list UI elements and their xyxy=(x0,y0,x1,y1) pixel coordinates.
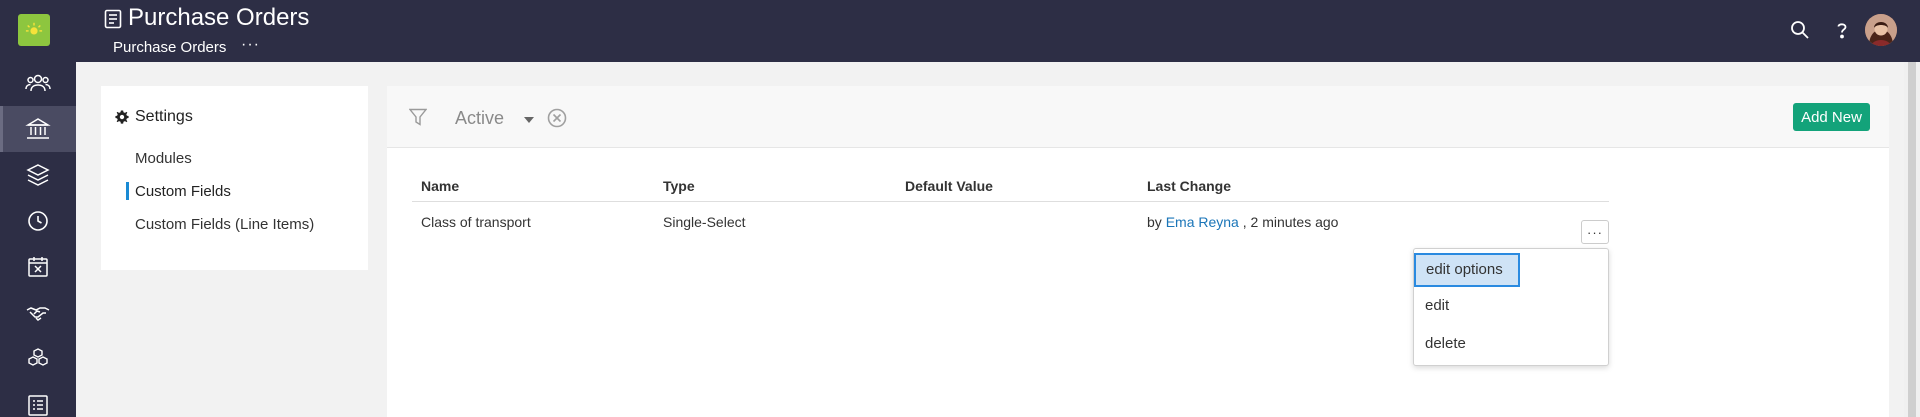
active-indicator xyxy=(126,182,129,200)
list-icon xyxy=(28,395,48,416)
last-change-time: , 2 minutes ago xyxy=(1238,214,1339,230)
rail-layers[interactable] xyxy=(0,152,76,198)
settings-item-custom-fields[interactable]: Custom Fields xyxy=(135,183,231,200)
vertical-scrollbar[interactable] xyxy=(1904,62,1920,417)
cell-last-change: by Ema Reyna , 2 minutes ago xyxy=(1147,214,1338,230)
settings-heading: Settings xyxy=(115,108,193,126)
settings-panel: Settings Modules Custom Fields Custom Fi… xyxy=(101,86,368,270)
handshake-icon xyxy=(26,307,50,321)
rail-products[interactable] xyxy=(0,336,76,382)
rail-bank[interactable] xyxy=(0,106,76,152)
column-last-change[interactable]: Last Change xyxy=(1147,178,1231,194)
top-bar: Purchase Orders Purchase Orders ··· xyxy=(76,0,1920,62)
menu-item-delete[interactable]: delete xyxy=(1414,327,1608,361)
calendar-icon xyxy=(28,257,48,277)
table-row[interactable]: Class of transport Single-Select by Ema … xyxy=(412,208,1609,238)
boxes-icon xyxy=(28,348,48,366)
settings-item-custom-fields-line-items[interactable]: Custom Fields (Line Items) xyxy=(135,216,314,233)
bank-icon xyxy=(25,118,51,139)
last-change-prefix: by xyxy=(1147,214,1166,230)
rail-deals[interactable] xyxy=(0,290,76,336)
left-rail xyxy=(0,0,76,417)
user-link[interactable]: Ema Reyna xyxy=(1166,214,1239,230)
gear-icon xyxy=(115,110,129,124)
rail-contacts[interactable] xyxy=(0,60,76,106)
menu-item-label: edit options xyxy=(1426,261,1503,278)
status-filter-select[interactable]: Active xyxy=(455,108,504,129)
column-type[interactable]: Type xyxy=(663,178,695,194)
menu-item-edit[interactable]: edit xyxy=(1414,289,1608,323)
menu-item-label: edit xyxy=(1425,297,1450,314)
clear-filter-icon[interactable] xyxy=(547,108,567,128)
main-panel: Active Add New Name Type Default Value L… xyxy=(387,86,1889,417)
user-avatar[interactable] xyxy=(1865,14,1897,46)
breadcrumb-more-button[interactable]: ··· xyxy=(241,36,260,54)
layers-icon xyxy=(26,164,50,186)
page-title: Purchase Orders xyxy=(128,4,310,31)
app-logo[interactable] xyxy=(18,14,50,46)
avatar-image xyxy=(1865,14,1897,46)
table-header: Name Type Default Value Last Change xyxy=(412,172,1609,202)
settings-heading-label: Settings xyxy=(135,108,193,125)
search-icon[interactable] xyxy=(1789,19,1811,41)
purchase-order-icon xyxy=(104,9,122,29)
filter-bar: Active Add New xyxy=(387,86,1889,148)
add-new-button[interactable]: Add New xyxy=(1793,103,1870,131)
contacts-icon xyxy=(25,74,51,92)
rail-history[interactable] xyxy=(0,198,76,244)
chevron-down-icon[interactable] xyxy=(524,117,534,123)
cell-name: Class of transport xyxy=(421,214,531,230)
scrollbar-thumb[interactable] xyxy=(1908,62,1916,417)
menu-item-label: delete xyxy=(1425,335,1466,352)
rail-lists[interactable] xyxy=(0,382,76,417)
filter-icon[interactable] xyxy=(409,108,427,126)
row-more-button[interactable]: ··· xyxy=(1581,220,1609,244)
cell-type: Single-Select xyxy=(663,214,746,230)
column-name[interactable]: Name xyxy=(421,178,459,194)
clock-icon xyxy=(28,211,48,231)
settings-item-modules[interactable]: Modules xyxy=(135,150,192,167)
row-actions-menu: edit options edit delete xyxy=(1413,248,1609,366)
menu-item-edit-options[interactable]: edit options xyxy=(1414,249,1608,287)
focus-highlight: edit options xyxy=(1414,253,1520,287)
help-icon[interactable] xyxy=(1831,19,1853,41)
column-default-value[interactable]: Default Value xyxy=(905,178,993,194)
rail-calendar[interactable] xyxy=(0,244,76,290)
sun-logo-icon xyxy=(25,22,43,35)
breadcrumb[interactable]: Purchase Orders xyxy=(113,39,226,56)
